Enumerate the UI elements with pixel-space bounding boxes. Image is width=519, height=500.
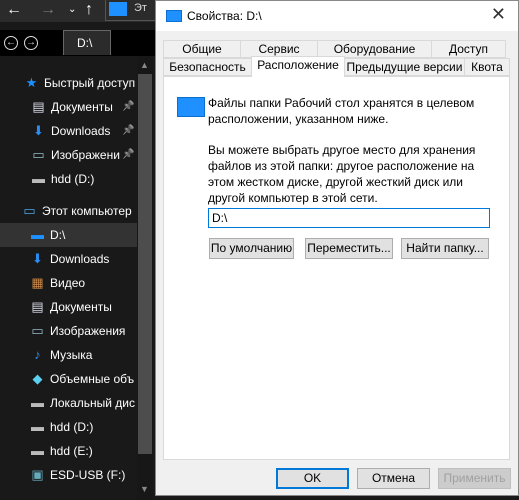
nav-item[interactable]: ⬇ Downloads 📌	[0, 119, 137, 143]
nav-item[interactable]: ▤ Документы 📌	[0, 95, 137, 119]
find-folder-button[interactable]: Найти папку...	[401, 238, 489, 259]
close-icon[interactable]: ✕	[491, 4, 506, 25]
3d-objects-icon: ◆	[32, 371, 43, 386]
scrollbar[interactable]: ▲ ▼	[137, 56, 153, 500]
address-bar[interactable]: Эт	[105, 0, 160, 21]
tab-location[interactable]: Расположение	[251, 56, 345, 77]
pin-icon[interactable]: 📌	[122, 143, 134, 167]
desktop-icon: ▬	[31, 227, 44, 242]
nav-item-label: Быстрый доступ	[44, 76, 136, 90]
tab-general[interactable]: Общие	[163, 40, 241, 58]
back-circle-icon[interactable]: ←	[4, 36, 18, 50]
forward-circle-icon[interactable]: →	[24, 36, 38, 50]
nav-item-label: Объемные объ	[50, 372, 135, 386]
download-icon: ⬇	[32, 251, 43, 266]
tab-security[interactable]: Безопасность	[163, 58, 252, 76]
nav-item[interactable]: ★ Быстрый доступ	[0, 71, 137, 95]
drive-icon: ▬	[32, 171, 45, 186]
nav-item[interactable]: ◆ Объемные объ	[0, 367, 137, 391]
info-text: Файлы папки Рабочий стол хранятся в целе…	[208, 96, 475, 126]
document-icon: ▤	[31, 299, 44, 314]
nav-item-label: Видео	[50, 276, 86, 290]
nav-item[interactable]: ⬇ Downloads	[0, 247, 137, 271]
video-icon: ▦	[31, 275, 44, 290]
image-icon: ▭	[32, 147, 45, 162]
nav-item-label: hdd (E:)	[50, 444, 93, 458]
nav-item-label: Этот компьютер	[42, 204, 132, 218]
nav-item-label: hdd (D:)	[51, 172, 95, 186]
properties-dialog: Свойства: D:\ ✕ Общие Сервис Оборудовани…	[155, 0, 519, 496]
nav-item[interactable]: ▭ Этот компьютер	[0, 199, 137, 223]
chevron-down-icon[interactable]: ⌄	[68, 4, 76, 15]
ok-button[interactable]: OK	[276, 468, 349, 489]
nav-item[interactable]: ▬ hdd (E:)	[0, 439, 137, 463]
nav-item[interactable]: ▦ Видео	[0, 271, 137, 295]
default-button[interactable]: По умолчанию	[209, 238, 294, 259]
title-bar: Свойства: D:\ ✕	[156, 1, 518, 31]
nav-item[interactable]: ▭ Изображения	[0, 319, 137, 343]
nav-item-label: Музыка	[50, 348, 93, 362]
apply-button[interactable]: Применить	[438, 468, 511, 489]
nav-item-label: Документы	[50, 300, 112, 314]
music-icon: ♪	[34, 347, 41, 362]
dialog-title: Свойства: D:\	[187, 9, 262, 23]
path-input[interactable]	[208, 208, 490, 228]
scrollbar-thumb[interactable]	[138, 74, 152, 454]
drive-icon: ▬	[31, 443, 44, 458]
location-panel: Файлы папки Рабочий стол хранятся в целе…	[163, 76, 510, 460]
usb-drive-icon: ▣	[31, 467, 44, 482]
address-text: Эт	[134, 2, 147, 14]
desktop-icon	[109, 2, 127, 16]
drive-icon	[166, 10, 182, 22]
nav-item[interactable]: ▬ hdd (D:)	[0, 167, 137, 191]
pin-icon[interactable]: 📌	[122, 119, 134, 143]
move-button[interactable]: Переместить...	[305, 238, 393, 259]
nav-item[interactable]: ▣ ESD-USB (F:)	[0, 463, 137, 487]
tab-quota[interactable]: Квота	[464, 58, 510, 76]
nav-item[interactable]: ♪ Музыка	[0, 343, 137, 367]
local-disk-icon: ▬	[31, 395, 44, 410]
nav-item[interactable]: ▭ Изображени 📌	[0, 143, 137, 167]
nav-item-label: Изображения	[50, 324, 126, 338]
image-icon: ▭	[31, 323, 44, 338]
nav-item-label: Downloads	[51, 124, 111, 138]
tab-sharing[interactable]: Доступ	[431, 40, 506, 58]
nav-item[interactable]: ▬ hdd (D:)	[0, 415, 137, 439]
file-explorer: ← → ⌄ ↑ Эт ← → D:\ ★ Быстрый доступ ▤ Докум…	[0, 0, 160, 500]
nav-item-label: Изображени	[51, 148, 120, 162]
tab-previous-versions[interactable]: Предыдущие версии	[344, 58, 465, 76]
drive-icon: ▬	[31, 419, 44, 434]
back-arrow-icon[interactable]: ←	[6, 1, 22, 19]
pin-icon[interactable]: 📌	[122, 95, 134, 119]
nav-item[interactable]: ▤ Документы	[0, 295, 137, 319]
scroll-down-icon[interactable]: ▼	[140, 484, 149, 494]
document-icon: ▤	[32, 99, 45, 114]
tab-d-drive[interactable]: D:\	[63, 30, 111, 55]
nav-item[interactable]: ▬ D:\	[0, 223, 137, 247]
description-text: Вы можете выбрать другое место для хране…	[208, 143, 476, 205]
star-icon: ★	[25, 75, 38, 90]
nav-item-label: D:\	[50, 228, 66, 242]
download-icon: ⬇	[33, 123, 44, 138]
up-arrow-icon[interactable]: ↑	[85, 1, 93, 19]
scroll-up-icon[interactable]: ▲	[140, 60, 149, 70]
cancel-button[interactable]: Отмена	[357, 468, 430, 489]
nav-item-label: Downloads	[50, 252, 110, 266]
forward-arrow-icon[interactable]: →	[40, 1, 56, 19]
nav-item[interactable]: ▬ Локальный дис	[0, 391, 137, 415]
computer-icon: ▭	[23, 203, 36, 218]
nav-item-label: Локальный дис	[50, 396, 135, 410]
desktop-folder-icon	[177, 97, 205, 117]
nav-item-label: Документы	[51, 100, 113, 114]
nav-item-label: hdd (D:)	[50, 420, 94, 434]
nav-item-label: ESD-USB (F:)	[50, 468, 126, 482]
